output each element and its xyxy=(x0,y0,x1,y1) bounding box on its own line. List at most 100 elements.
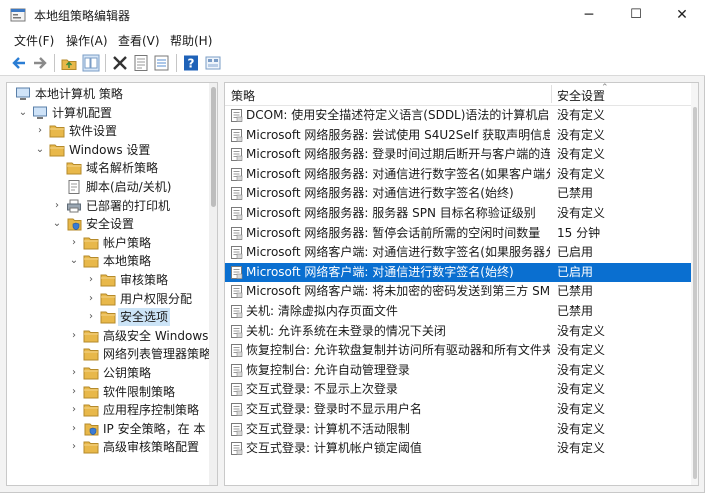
tree-scrollbar[interactable] xyxy=(209,83,217,485)
tree-item[interactable]: › 安全选项 xyxy=(7,308,211,327)
delete-icon[interactable] xyxy=(111,54,129,72)
policy-icon xyxy=(231,187,243,201)
minimize-button[interactable]: ─ xyxy=(566,0,612,30)
up-folder-icon[interactable] xyxy=(60,54,78,72)
computer-icon xyxy=(32,106,48,120)
policy-row[interactable]: Microsoft 网络客户端: 将未加密的密码发送到第三方 SMB... 已禁用 xyxy=(225,282,693,302)
expand-arrow-icon[interactable]: › xyxy=(69,364,79,382)
menu-view[interactable]: 查看(V) xyxy=(118,32,160,49)
list-header: 策略 ⌃ 安全设置 xyxy=(225,83,698,106)
tree-item[interactable]: › 高级安全 Windows xyxy=(7,327,211,345)
tree-scrollbar-thumb[interactable] xyxy=(211,87,216,207)
policy-row[interactable]: Microsoft 网络服务器: 暂停会话前所需的空闲时间数量 15 分钟 xyxy=(225,224,693,244)
help-icon[interactable]: ? xyxy=(182,54,200,72)
tree-item[interactable]: › 已部署的打印机 xyxy=(7,197,211,215)
tree-item-label: 域名解析策略 xyxy=(86,161,159,176)
tree-item[interactable]: › 高级审核策略配置 xyxy=(7,438,211,456)
policy-row[interactable]: 关机: 允许系统在未登录的情况下关闭 没有定义 xyxy=(225,322,693,342)
column-header-setting[interactable]: 安全设置 xyxy=(557,87,605,104)
export-list-icon[interactable] xyxy=(153,54,171,72)
policy-setting: 没有定义 xyxy=(557,206,606,220)
policy-row[interactable]: Microsoft 网络服务器: 登录时间过期后断开与客户端的连接 没有定义 xyxy=(225,145,693,165)
tree-item-label: 应用程序控制策略 xyxy=(103,403,200,418)
expand-arrow-icon[interactable]: › xyxy=(35,122,45,140)
console-tree[interactable]: 本地计算机 策略 ⌄ 计算机配置 › 软件设置 ⌄ Windows 设置 域名解析策略 脚本(启… xyxy=(6,82,218,486)
tree-item[interactable]: › 软件设置 xyxy=(7,122,211,140)
tree-item[interactable]: 本地计算机 策略 xyxy=(7,85,211,103)
expand-arrow-icon[interactable]: › xyxy=(69,383,79,401)
expand-arrow-icon[interactable]: › xyxy=(69,401,79,419)
list-scrollbar[interactable] xyxy=(691,83,698,485)
tree-item[interactable]: › 应用程序控制策略 xyxy=(7,401,211,419)
expand-arrow-icon[interactable]: › xyxy=(86,290,96,308)
tree-item[interactable]: › IP 安全策略，在 本 xyxy=(7,420,211,438)
filter-icon[interactable] xyxy=(204,54,222,72)
policy-icon xyxy=(231,207,243,220)
policy-row[interactable]: 恢复控制台: 允许软盘复制并访问所有驱动器和所有文件夹 没有定义 xyxy=(225,341,693,361)
policy-row[interactable]: 交互式登录: 计算机帐户锁定阈值 没有定义 xyxy=(225,439,693,459)
policy-setting: 没有定义 xyxy=(557,343,606,358)
show-hide-tree-icon[interactable] xyxy=(82,54,100,72)
security-folder-icon xyxy=(83,422,99,436)
tree-item[interactable]: › 公钥策略 xyxy=(7,364,211,382)
tree-item-label: 软件设置 xyxy=(69,124,118,139)
expand-arrow-icon[interactable]: › xyxy=(86,308,96,326)
expand-arrow-icon[interactable]: › xyxy=(69,420,79,438)
policy-list[interactable]: 策略 ⌃ 安全设置 DCOM: 使用安全描述符定义语言(SDDL)语法的计算机启… xyxy=(224,82,699,486)
column-separator[interactable] xyxy=(551,85,552,103)
expand-arrow-icon[interactable]: › xyxy=(52,197,62,215)
back-icon[interactable] xyxy=(10,54,28,72)
menu-action[interactable]: 操作(A) xyxy=(66,32,108,49)
expand-arrow-icon[interactable]: › xyxy=(86,271,96,289)
policy-row[interactable]: Microsoft 网络服务器: 尝试使用 S4U2Self 获取声明信息 没有定… xyxy=(225,126,693,146)
window-title: 本地组策略编辑器 xyxy=(34,9,131,23)
policy-row[interactable]: 交互式登录: 登录时不显示用户名 没有定义 xyxy=(225,400,693,420)
menu-help[interactable]: 帮助(H) xyxy=(170,32,212,49)
policy-row[interactable]: 恢复控制台: 允许自动管理登录 没有定义 xyxy=(225,361,693,381)
policy-icon xyxy=(231,148,243,162)
expand-arrow-icon[interactable]: › xyxy=(69,234,79,252)
policy-row[interactable]: Microsoft 网络服务器: 对通信进行数字签名(如果客户端允... 没有定义 xyxy=(225,165,693,185)
tree-item[interactable]: ⌄ 本地策略 xyxy=(7,252,211,270)
policy-icon xyxy=(231,344,243,358)
tree-item[interactable]: 脚本(启动/关机) xyxy=(7,178,211,196)
menu-bar: 文件(F) 操作(A) 查看(V) 帮助(H) xyxy=(0,30,705,50)
collapse-arrow-icon[interactable]: ⌄ xyxy=(52,215,62,233)
policy-row[interactable]: Microsoft 网络客户端: 对通信进行数字签名(如果服务器允... 已启用 xyxy=(225,243,693,263)
policy-row[interactable]: Microsoft 网络客户端: 对通信进行数字签名(始终) 已启用 xyxy=(225,262,693,283)
expand-arrow-icon[interactable]: › xyxy=(69,438,79,456)
tree-item[interactable]: ⌄ 安全设置 xyxy=(7,215,211,233)
policy-setting: 没有定义 xyxy=(557,147,606,162)
tree-item[interactable]: › 用户权限分配 xyxy=(7,290,211,308)
expand-arrow-icon[interactable]: › xyxy=(69,327,79,345)
close-button[interactable]: ✕ xyxy=(659,0,705,30)
policy-setting: 已启用 xyxy=(557,264,594,279)
policy-row[interactable]: 关机: 清除虚拟内存页面文件 已禁用 xyxy=(225,302,693,322)
policy-row[interactable]: 交互式登录: 不显示上次登录 没有定义 xyxy=(225,380,693,400)
menu-file[interactable]: 文件(F) xyxy=(14,32,54,49)
column-header-policy[interactable]: 策略 xyxy=(231,87,255,104)
tree-item[interactable]: 域名解析策略 xyxy=(7,159,211,177)
toolbar-separator xyxy=(105,54,106,72)
policy-name: Microsoft 网络客户端: 将未加密的密码发送到第三方 SMB... xyxy=(246,284,550,299)
list-scrollbar-thumb[interactable] xyxy=(693,107,697,479)
policy-row[interactable]: DCOM: 使用安全描述符定义语言(SDDL)语法的计算机启动... 没有定义 xyxy=(225,106,693,126)
gpedit-app-icon xyxy=(10,8,26,22)
policy-row[interactable]: Microsoft 网络服务器: 对通信进行数字签名(始终) 已禁用 xyxy=(225,184,693,204)
properties-icon[interactable] xyxy=(132,54,150,72)
policy-icon xyxy=(231,422,243,436)
tree-item[interactable]: › 软件限制策略 xyxy=(7,383,211,401)
policy-row[interactable]: 交互式登录: 计算机不活动限制 没有定义 xyxy=(225,420,693,440)
policy-row[interactable]: Microsoft 网络服务器: 服务器 SPN 目标名称验证级别 没有定义 xyxy=(225,204,693,224)
tree-item[interactable]: ⌄ Windows 设置 xyxy=(7,141,211,159)
tree-item[interactable]: › 帐户策略 xyxy=(7,234,211,252)
collapse-arrow-icon[interactable]: ⌄ xyxy=(69,252,79,270)
tree-item[interactable]: 网络列表管理器策略 xyxy=(7,345,211,363)
forward-icon[interactable] xyxy=(31,54,49,72)
tree-item[interactable]: ⌄ 计算机配置 xyxy=(7,104,211,122)
folder-icon xyxy=(100,292,116,306)
collapse-arrow-icon[interactable]: ⌄ xyxy=(18,104,28,122)
collapse-arrow-icon[interactable]: ⌄ xyxy=(35,141,45,159)
maximize-button[interactable]: ☐ xyxy=(613,0,659,30)
tree-item[interactable]: › 审核策略 xyxy=(7,271,211,289)
